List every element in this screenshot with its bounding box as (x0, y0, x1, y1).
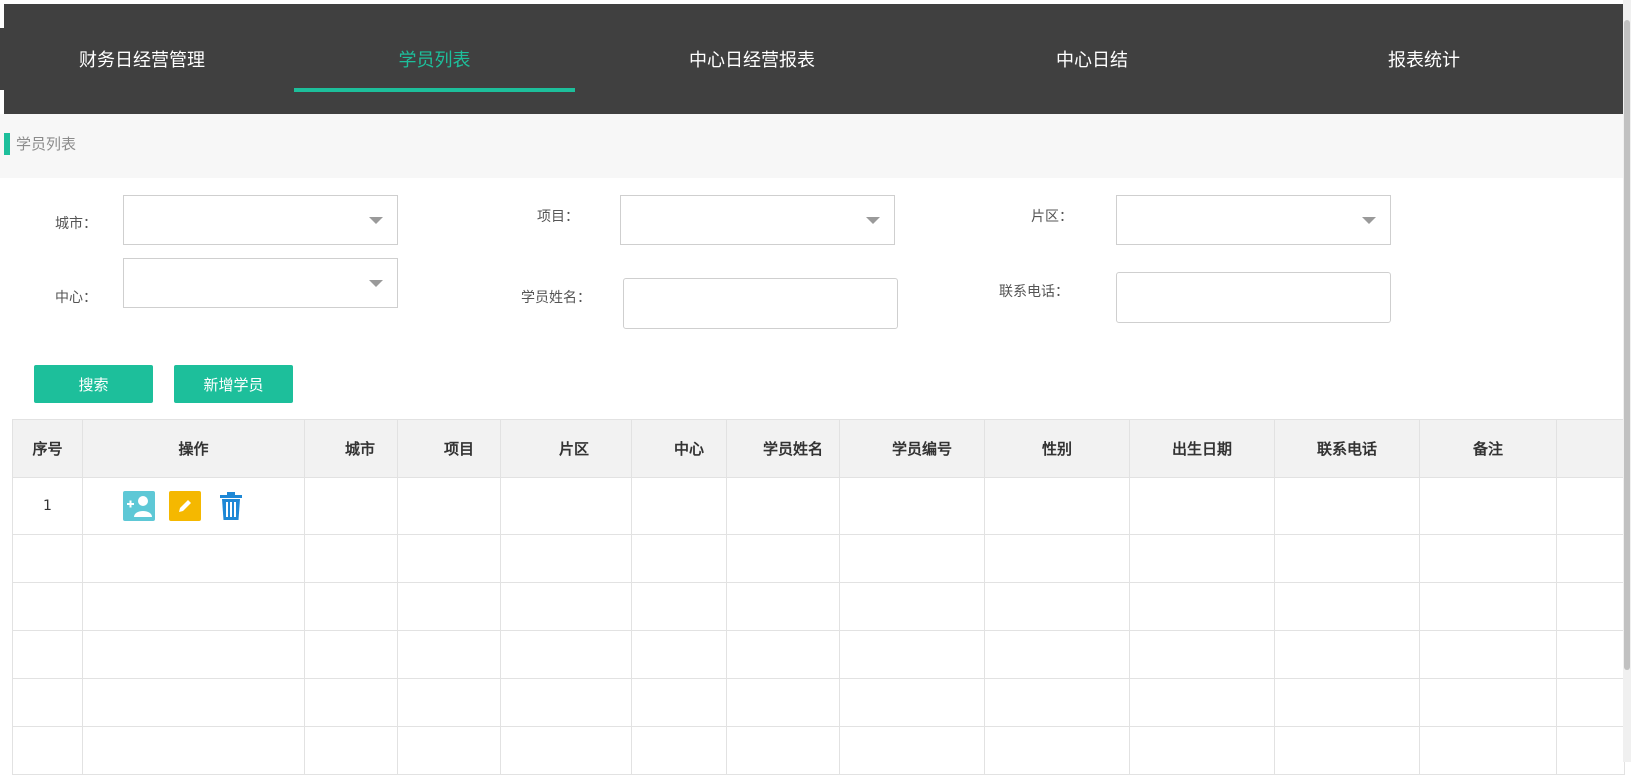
col-header-birth-date: 出生日期 (1129, 419, 1275, 478)
nav-edge (0, 28, 6, 90)
breadcrumb-marker (4, 133, 10, 155)
col-header-actions: 操作 (82, 419, 305, 478)
student-name-label: 学员姓名： (521, 290, 591, 306)
chevron-down-icon (1362, 217, 1376, 224)
col-header-index: 序号 (12, 419, 83, 478)
col-header-student-code: 学员编号 (839, 419, 985, 478)
district-label: 片区： (1031, 209, 1073, 225)
tab-label: 学员列表 (398, 50, 471, 71)
col-header-note: 备注 (1419, 419, 1557, 478)
city-select[interactable] (123, 195, 398, 245)
add-person-icon[interactable] (123, 491, 155, 521)
table-row-empty (12, 678, 1625, 727)
tab-center-daily-report[interactable]: 中心日经营报表 (614, 4, 890, 114)
col-header-student-name: 学员姓名 (726, 419, 840, 478)
tab-label: 财务日经营管理 (79, 50, 205, 71)
phone-label: 联系电话： (999, 284, 1069, 300)
col-header-district: 片区 (500, 419, 632, 478)
chevron-down-icon (369, 217, 383, 224)
col-header-gender: 性别 (984, 419, 1130, 478)
cell-birth-date (1129, 477, 1275, 535)
student-name-input-wrap (623, 278, 898, 329)
table-row-empty (12, 630, 1625, 679)
table-row-empty (12, 726, 1625, 775)
project-label: 项目： (537, 209, 579, 225)
phone-input-wrap (1116, 272, 1391, 323)
student-table: 序号 操作 城市 项目 片区 中心 学员姓名 学员编号 性别 出生日期 联系电话… (12, 419, 1625, 775)
tab-student-list[interactable]: 学员列表 (294, 4, 575, 114)
cell-gender (984, 477, 1130, 535)
chevron-down-icon (369, 280, 383, 287)
cell-project (397, 477, 501, 535)
table-row: 1 (12, 477, 1625, 535)
tab-report-stats[interactable]: 报表统计 (1294, 4, 1554, 114)
table-row-empty (12, 534, 1625, 583)
cell-extra (1556, 477, 1625, 535)
cell-phone (1274, 477, 1420, 535)
col-header-extra (1556, 419, 1625, 478)
top-nav-bar: 财务日经营管理 学员列表 中心日经营报表 中心日结 报表统计 (4, 4, 1624, 114)
center-select[interactable] (123, 258, 398, 308)
cell-city (304, 477, 398, 535)
cell-index: 1 (12, 477, 83, 535)
district-select[interactable] (1116, 195, 1391, 245)
cell-actions (82, 477, 305, 535)
project-select[interactable] (620, 195, 895, 245)
cell-student-name (726, 477, 840, 535)
center-label: 中心： (55, 290, 97, 306)
add-student-button[interactable]: 新增学员 (174, 365, 293, 403)
search-button[interactable]: 搜索 (34, 365, 153, 403)
cell-student-code (839, 477, 985, 535)
tab-finance-daily[interactable]: 财务日经营管理 (4, 4, 280, 114)
city-label: 城市： (55, 216, 97, 232)
scrollbar-thumb[interactable] (1624, 20, 1630, 670)
cell-center (631, 477, 727, 535)
col-header-project: 项目 (397, 419, 501, 478)
vertical-scrollbar[interactable] (1623, 0, 1631, 762)
cell-district (500, 477, 632, 535)
tab-label: 中心日经营报表 (689, 50, 815, 71)
chevron-down-icon (866, 217, 880, 224)
table-header-row: 序号 操作 城市 项目 片区 中心 学员姓名 学员编号 性别 出生日期 联系电话… (12, 419, 1625, 478)
student-name-input[interactable] (624, 279, 897, 328)
trash-icon[interactable] (215, 491, 247, 521)
phone-input[interactable] (1117, 273, 1390, 322)
col-header-phone: 联系电话 (1274, 419, 1420, 478)
col-header-city: 城市 (304, 419, 398, 478)
edit-pencil-icon[interactable] (169, 491, 201, 521)
cell-note (1419, 477, 1557, 535)
breadcrumb: 学员列表 (0, 114, 1631, 178)
page-title: 学员列表 (16, 135, 77, 153)
table-row-empty (12, 582, 1625, 631)
tab-label: 中心日结 (1056, 50, 1128, 71)
tab-center-daily-close[interactable]: 中心日结 (972, 4, 1212, 114)
tab-label: 报表统计 (1388, 50, 1460, 71)
col-header-center: 中心 (631, 419, 727, 478)
